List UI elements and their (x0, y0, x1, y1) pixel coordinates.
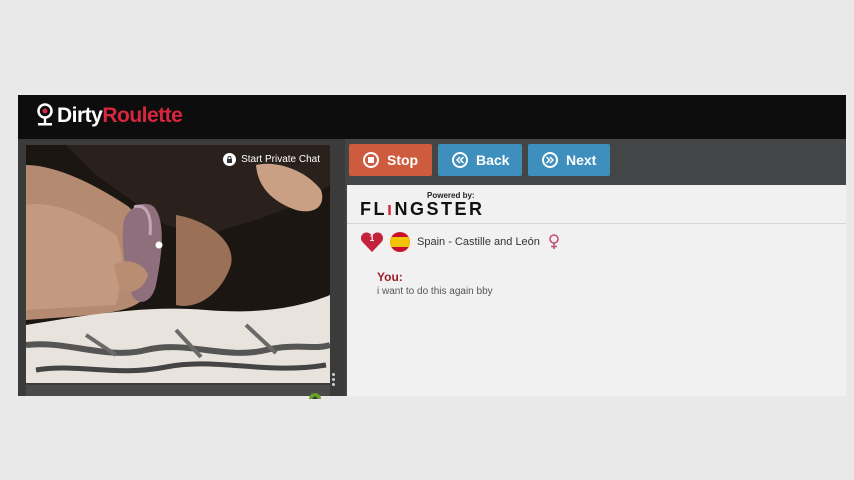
logo[interactable]: Dirty Roulette (34, 103, 183, 129)
heart-icon[interactable]: 1 (360, 231, 384, 253)
video-panel: Start Private Chat (18, 139, 345, 399)
logo-text-dirty: Dirty (57, 104, 103, 127)
pin-logo-icon (37, 103, 53, 126)
divider (347, 223, 846, 224)
brand-prefix: FL (360, 199, 387, 219)
double-chevron-right-icon (542, 152, 558, 168)
double-chevron-left-icon (452, 152, 468, 168)
chat-panel: Stop Back Next Powered by: FLıNGSTER 1 S… (345, 139, 846, 396)
lock-icon (223, 153, 237, 166)
toolbar: Stop Back Next (345, 139, 846, 185)
start-private-chat-button[interactable]: Start Private Chat (223, 153, 320, 166)
stop-icon (363, 152, 379, 168)
message-sender: You: (377, 270, 403, 284)
likes-count: 1 (369, 234, 375, 243)
app-window: Dirty Roulette Start Private Chat Stop B… (18, 95, 846, 399)
start-private-chat-label: Start Private Chat (241, 154, 320, 165)
stop-button[interactable]: Stop (349, 144, 432, 176)
female-icon (549, 234, 559, 249)
next-label: Next (566, 152, 597, 168)
partner-info: 1 Spain - Castille and León (360, 231, 560, 253)
chat-area: Powered by: FLıNGSTER 1 Spain - Castille… (347, 185, 846, 396)
logo-text-roulette: Roulette (102, 104, 183, 127)
stop-label: Stop (387, 152, 419, 168)
back-button[interactable]: Back (438, 144, 522, 176)
back-label: Back (476, 152, 510, 168)
partner-location: Spain - Castille and León (417, 236, 540, 248)
resize-handle[interactable] (332, 373, 336, 387)
header: Dirty Roulette (18, 95, 846, 139)
brand-i-mark: ı (387, 199, 395, 219)
partner-video: Start Private Chat (26, 145, 330, 383)
self-video-strip (26, 385, 330, 396)
message-text: i want to do this again bby (377, 286, 493, 297)
video-frame-image (26, 145, 330, 383)
settings-gear-icon[interactable] (308, 389, 322, 399)
next-button[interactable]: Next (528, 144, 610, 176)
flingster-logo[interactable]: FLıNGSTER (360, 199, 485, 220)
brand-suffix: NGSTER (394, 199, 485, 219)
spain-flag-icon (390, 232, 410, 252)
